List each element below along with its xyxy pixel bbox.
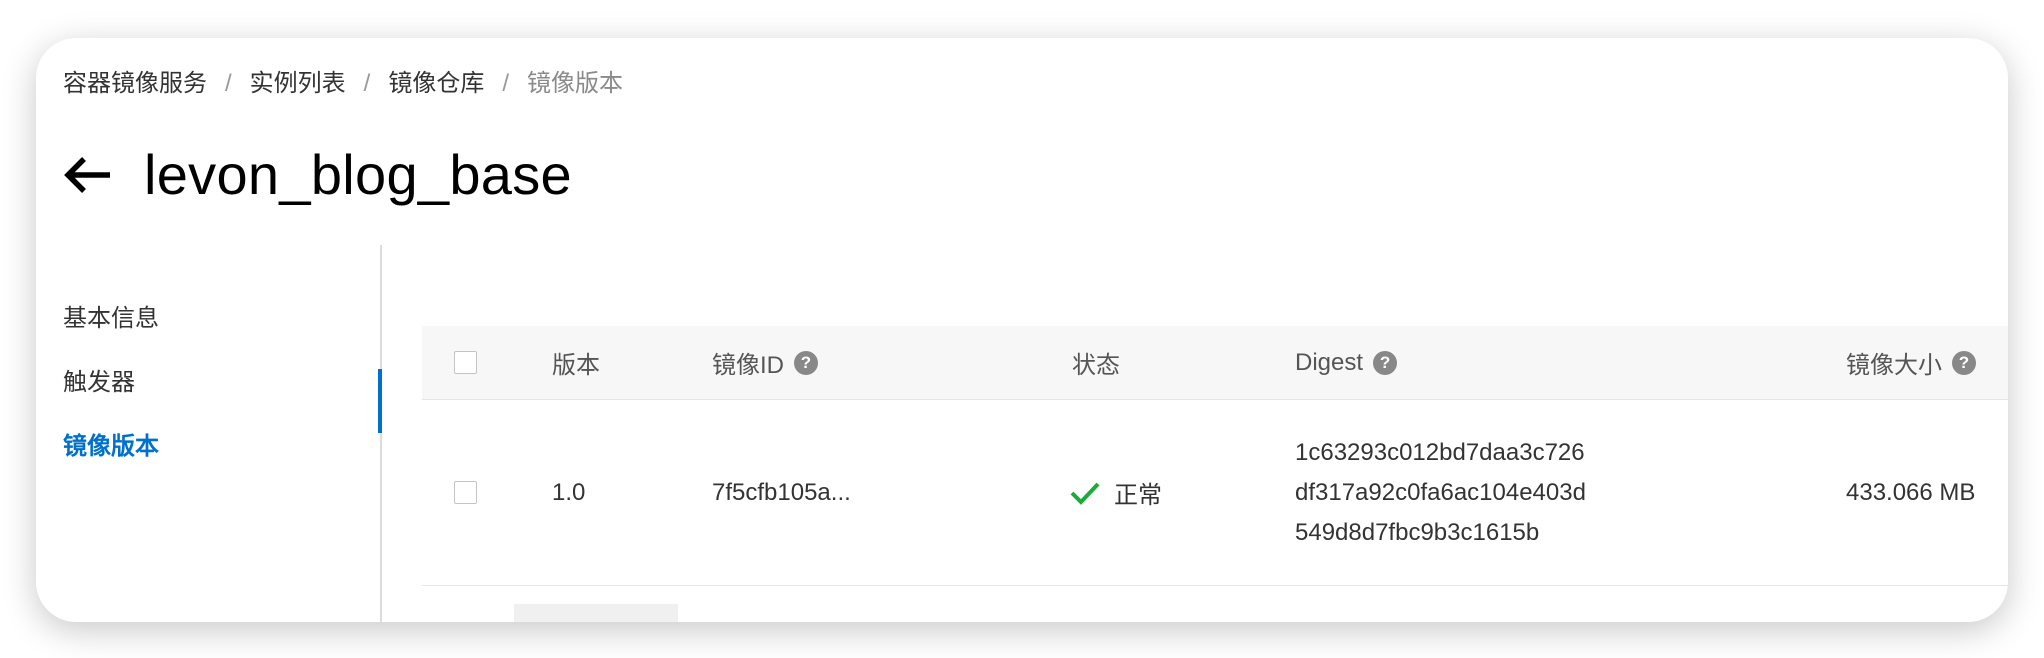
breadcrumb-item-instances[interactable]: 实例列表: [250, 68, 346, 100]
pagination-area: [514, 604, 678, 622]
cell-size: 433.066 MB: [1846, 478, 1976, 506]
question-circle-icon[interactable]: ?: [794, 350, 818, 375]
sidebar-item-basic-info[interactable]: 基本信息: [63, 303, 159, 335]
breadcrumb-item-service[interactable]: 容器镜像服务: [63, 68, 207, 100]
arrow-left-icon: [64, 156, 110, 193]
header-digest-label: Digest: [1295, 348, 1364, 376]
row-checkbox-cell: [454, 400, 477, 585]
sidebar-item-image-versions[interactable]: 镜像版本: [63, 431, 159, 463]
breadcrumb-current: 镜像版本: [527, 70, 624, 97]
breadcrumb-separator: /: [363, 70, 371, 97]
cell-digest: 1c63293c012bd7daa3c726 df317a92c0fa6ac10…: [1295, 400, 1586, 585]
select-all-checkbox[interactable]: [454, 351, 477, 374]
main-card: 容器镜像服务 / 实例列表 / 镜像仓库 / 镜像版本 levon_blog_b…: [36, 38, 2008, 622]
check-icon: [1070, 481, 1100, 505]
header-image-id-label: 镜像ID: [712, 352, 784, 379]
question-circle-icon[interactable]: ?: [1952, 350, 1976, 375]
title-row: levon_blog_base: [60, 142, 572, 207]
header-checkbox-cell: [454, 326, 477, 399]
header-digest: Digest ?: [1295, 326, 1398, 399]
cell-status: 正常: [1070, 400, 1162, 585]
breadcrumb-item-repository[interactable]: 镜像仓库: [388, 68, 484, 100]
table-header: 版本 镜像ID ? 状态 Digest ? 镜像大小 ?: [422, 326, 2008, 400]
header-version: 版本: [552, 352, 600, 379]
sidebar-item-triggers[interactable]: 触发器: [63, 367, 135, 399]
breadcrumb-separator: /: [225, 70, 232, 97]
cell-image-id: 7f5cfb105a...: [712, 478, 851, 506]
page-title: levon_blog_base: [144, 143, 572, 206]
cell-version: 1.0: [552, 478, 586, 506]
digest-line: 549d8d7fbc9b3c1615b: [1295, 518, 1540, 546]
active-nav-indicator: [378, 369, 382, 433]
digest-line: 1c63293c012bd7daa3c726: [1295, 438, 1585, 466]
back-button[interactable]: [60, 147, 116, 203]
header-image-id: 镜像ID ?: [712, 326, 818, 399]
header-size-label: 镜像大小: [1846, 352, 1942, 379]
versions-table: 版本 镜像ID ? 状态 Digest ? 镜像大小 ? 1.0 7f5cfb1…: [422, 326, 2008, 586]
digest-line: df317a92c0fa6ac104e403d: [1295, 478, 1586, 506]
table-row: 1.0 7f5cfb105a... 正常 1c63293c012bd7daa3c…: [422, 400, 2008, 586]
header-status: 状态: [1072, 352, 1120, 379]
breadcrumb-separator: /: [502, 70, 510, 97]
question-circle-icon[interactable]: ?: [1373, 350, 1398, 375]
status-text: 正常: [1114, 482, 1162, 509]
row-checkbox[interactable]: [454, 481, 477, 504]
header-size: 镜像大小 ?: [1846, 326, 1976, 399]
side-nav: 基本信息 触发器 镜像版本: [36, 245, 382, 622]
breadcrumb: 容器镜像服务 / 实例列表 / 镜像仓库 / 镜像版本: [63, 68, 623, 100]
